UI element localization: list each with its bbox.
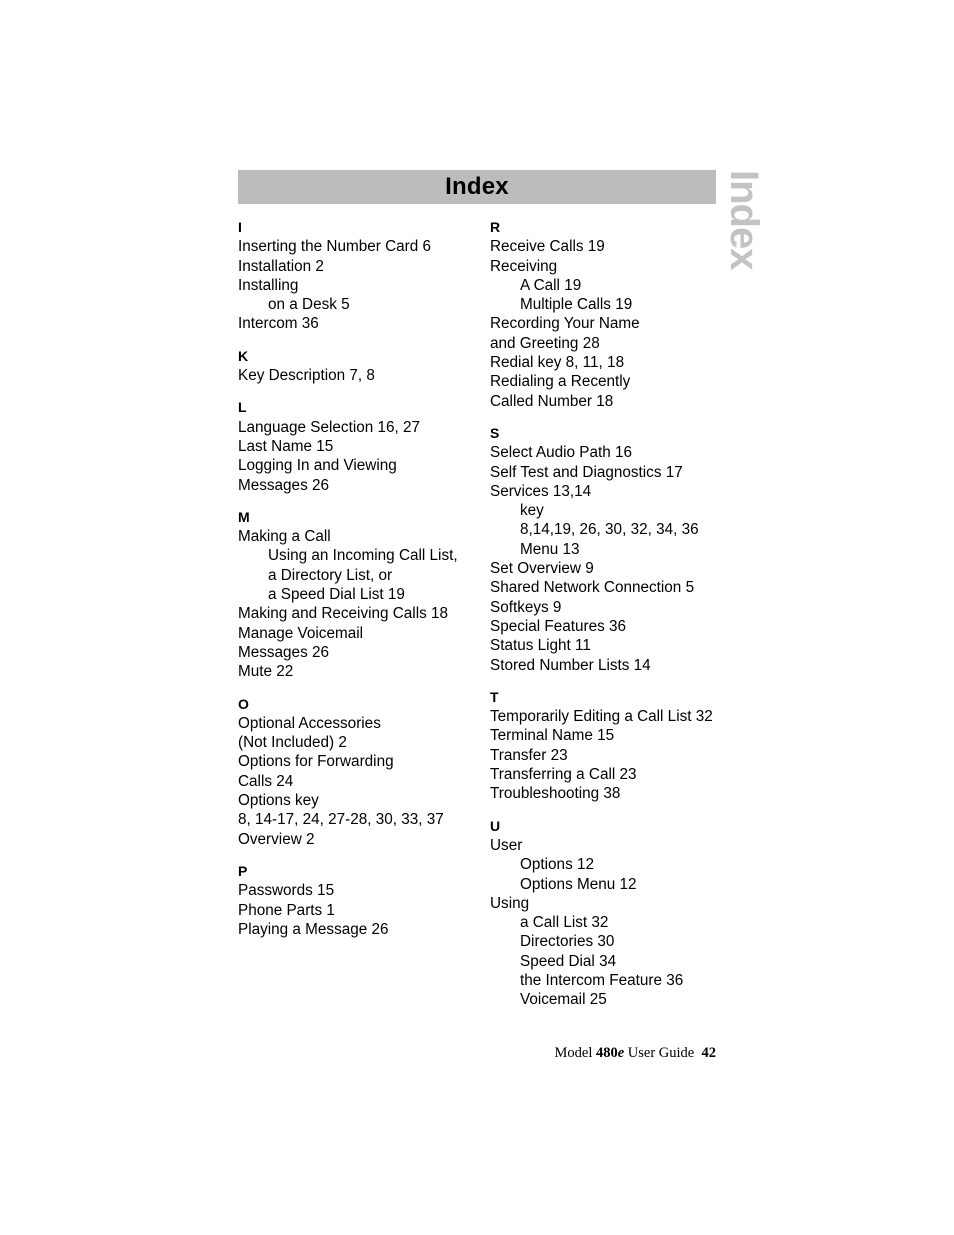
index-subentry: Options Menu 12 — [520, 875, 637, 893]
index-entry: Select Audio Path 16 — [490, 444, 633, 462]
index-subentry: key — [520, 502, 544, 520]
index-section-t: T Temporarily Editing a Call List 32 Termi… — [490, 688, 722, 804]
index-section-k: K Key Description 7, 8 — [238, 347, 470, 386]
index-subentry: a Directory List, or — [268, 566, 393, 584]
index-entry: Status Light 11 — [490, 637, 591, 655]
index-entry: Messages 26 — [238, 476, 329, 494]
index-entry: Optional Accessories — [238, 714, 381, 732]
index-section-s: S Select Audio Path 16 Self Test and Diagn… — [490, 424, 722, 675]
index-column-right: R Receive Calls 19 Receiving A Call 19 Multi… — [490, 218, 722, 1010]
index-entry: Temporarily Editing a Call List 32 — [490, 708, 713, 726]
index-subentry: Menu 13 — [520, 540, 580, 558]
index-entry: Using — [490, 894, 530, 912]
index-entry: Called Number 18 — [490, 392, 614, 410]
index-entry: 8, 14-17, 24, 27-28, 30, 33, 37 — [238, 811, 444, 829]
index-entry: Terminal Name 15 — [490, 727, 615, 745]
index-entry: Special Features 36 — [490, 617, 627, 635]
index-entry: Last Name 15 — [238, 437, 334, 455]
index-entry: Recording Your Name — [490, 315, 640, 333]
index-entry: Receiving — [490, 257, 558, 275]
page-footer: Model 480e User Guide 42 — [238, 1045, 717, 1062]
index-entry: Mute 22 — [238, 663, 294, 681]
index-subentry: on a Desk 5 — [268, 296, 350, 314]
index-section-letter: S — [490, 424, 500, 441]
side-tab-index: Index — [716, 170, 772, 370]
index-section-o: O Optional Accessories (Not Included) 2 Opt… — [238, 695, 470, 849]
index-entry: Key Description 7, 8 — [238, 367, 375, 385]
footer-guide-label: User Guide — [624, 1045, 695, 1061]
index-subentry: Options 12 — [520, 856, 594, 874]
index-entry: Services 13,14 — [490, 482, 592, 500]
index-entry: Redialing a Recently — [490, 373, 631, 391]
index-entry: Shared Network Connection 5 — [490, 579, 695, 597]
index-section-letter: L — [238, 399, 247, 416]
index-entry: Options for Forwarding — [238, 753, 394, 771]
index-entry: Overview 2 — [238, 830, 315, 848]
index-entry: Passwords 15 — [238, 882, 335, 900]
index-section-letter: O — [238, 695, 249, 712]
index-entry: Logging In and Viewing — [238, 457, 397, 475]
index-entry: Set Overview 9 — [490, 560, 594, 578]
index-entry: Calls 24 — [238, 772, 294, 790]
index-entry: Manage Voicemail — [238, 624, 363, 642]
index-entry: Stored Number Lists 14 — [490, 656, 651, 674]
index-entry: Self Test and Diagnostics 17 — [490, 463, 683, 481]
index-subentry: A Call 19 — [520, 276, 582, 294]
footer-model-number: 480 — [595, 1045, 618, 1061]
index-section-letter: T — [490, 688, 499, 705]
index-entry: Playing a Message 26 — [238, 920, 389, 938]
index-section-r: R Receive Calls 19 Receiving A Call 19 Multi… — [490, 218, 722, 411]
index-entry: Intercom 36 — [238, 315, 319, 333]
index-entry: Softkeys 9 — [490, 598, 562, 616]
index-section-l: L Language Selection 16, 27 Last Name 15 Lo… — [238, 398, 470, 494]
index-subentry: a Speed Dial List 19 — [268, 586, 405, 604]
index-entry: Phone Parts 1 — [238, 901, 335, 919]
index-subentry: a Call List 32 — [520, 914, 609, 932]
index-subentry: Voicemail 25 — [520, 991, 607, 1009]
index-entry: Receive Calls 19 — [490, 238, 605, 256]
index-section-letter: I — [238, 219, 242, 235]
index-section-letter: M — [238, 508, 250, 525]
index-entry: Installation 2 — [238, 257, 324, 275]
index-entry: Options key — [238, 792, 319, 810]
index-section-letter: P — [238, 862, 248, 879]
index-section-letter: U — [490, 817, 501, 834]
index-section-letter: R — [490, 219, 501, 235]
index-subentry: Speed Dial 34 — [520, 952, 617, 970]
page-title: Index — [445, 173, 509, 200]
index-entry: Making a Call — [238, 528, 331, 546]
index-entry: Inserting the Number Card 6 — [238, 238, 432, 256]
footer-prefix: Model — [554, 1045, 596, 1061]
page-header-bar: Index — [238, 170, 716, 204]
index-entry: Installing — [238, 276, 299, 294]
side-tab-label: Index — [722, 170, 766, 270]
index-entry: Transferring a Call 23 — [490, 766, 637, 784]
index-entry: Redial key 8, 11, 18 — [490, 354, 625, 372]
index-entry: and Greeting 28 — [490, 334, 600, 352]
index-entry: Language Selection 16, 27 — [238, 418, 421, 436]
index-column-left: I Inserting the Number Card 6 Installation… — [238, 218, 470, 939]
index-subentry: 8,14,19, 26, 30, 32, 34, 36 — [520, 521, 699, 539]
index-subentry: Directories 30 — [520, 933, 615, 951]
index-section-letter: K — [238, 347, 249, 364]
index-subentry: Using an Incoming Call List, — [268, 547, 458, 565]
index-entry: Troubleshooting 38 — [490, 785, 621, 803]
index-section-u: U User Options 12 Options Menu 12 Using a Cal… — [490, 817, 722, 1010]
index-entry: Messages 26 — [238, 643, 329, 661]
footer-page-number: 42 — [701, 1045, 717, 1061]
index-subentry: Multiple Calls 19 — [520, 296, 633, 314]
index-section-i: I Inserting the Number Card 6 Installation… — [238, 218, 470, 334]
index-entry: Transfer 23 — [490, 746, 568, 764]
index-section-m: M Making a Call Using an Incoming Call Lis… — [238, 508, 470, 682]
index-section-p: P Passwords 15 Phone Parts 1 Playing a Mess… — [238, 862, 470, 939]
index-page: Index Index I Inserting the Number Card 6… — [0, 0, 954, 1235]
index-entry: Making and Receiving Calls 18 — [238, 605, 449, 623]
index-entry: (Not Included) 2 — [238, 734, 347, 752]
index-subentry: the Intercom Feature 36 — [520, 971, 684, 989]
index-entry: User — [490, 836, 523, 854]
